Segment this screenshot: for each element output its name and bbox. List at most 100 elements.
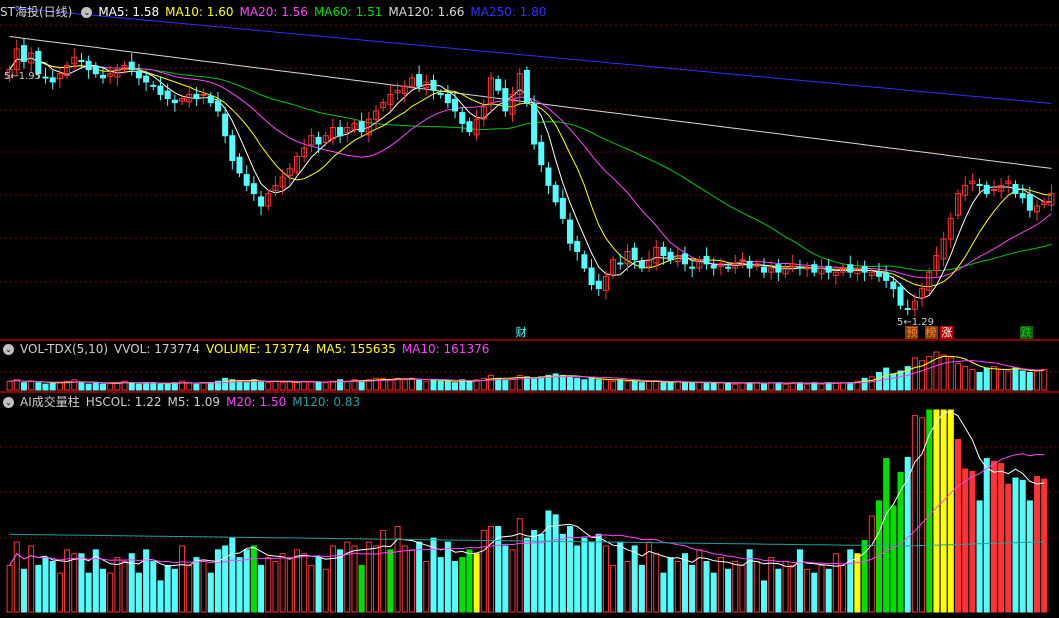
- volume-bar: [804, 383, 811, 391]
- volume-bar: [272, 380, 279, 391]
- stock-title[interactable]: ST海投(日线): [0, 5, 72, 19]
- volume-bar: [653, 380, 660, 391]
- volume-bar: [56, 382, 63, 391]
- hscol-bar: [301, 553, 308, 613]
- candle-body: [796, 266, 803, 269]
- candle-body: [444, 93, 451, 104]
- volume-bar: [674, 380, 681, 391]
- hscol-bar: [416, 541, 423, 613]
- volume-bar: [193, 383, 200, 391]
- chevron-down-icon[interactable]: ⌄: [3, 344, 14, 355]
- volume-bar: [437, 380, 444, 391]
- m120-label: M120: 0.83: [292, 395, 361, 409]
- volume-bar: [1005, 370, 1012, 391]
- candle-body: [128, 61, 135, 71]
- event-badge-1[interactable]: 预: [905, 326, 919, 339]
- hscol-bar: [969, 470, 976, 613]
- ai-header: ⌄ AI成交量柱 HSCOL: 1.22 M5: 1.09 M20: 1.50 M120:…: [0, 393, 366, 411]
- volume-bar: [308, 380, 315, 391]
- hscol-bar: [753, 561, 760, 613]
- candle-body: [258, 196, 265, 207]
- hscol-bar: [308, 564, 315, 613]
- hscol-bar: [164, 564, 171, 613]
- volume-bar: [466, 380, 473, 391]
- volume-bar: [258, 380, 265, 391]
- volume-bar: [128, 382, 135, 391]
- hscol-bar: [1019, 479, 1026, 613]
- hscol-bar: [293, 549, 301, 613]
- candle-body: [143, 75, 150, 83]
- candle-body: [545, 167, 552, 186]
- hscol-bar: [710, 572, 717, 613]
- candle-body: [430, 79, 437, 91]
- candle-body: [20, 45, 27, 62]
- hscol-bar: [717, 557, 724, 613]
- candle-body: [990, 188, 997, 191]
- volume-bar: [962, 366, 969, 391]
- hscol-bar: [1041, 478, 1048, 613]
- chevron-down-icon[interactable]: ⌄: [81, 7, 93, 18]
- hscol-bar: [588, 541, 595, 613]
- volume-bar: [538, 376, 545, 391]
- event-badge-0[interactable]: 财: [514, 326, 528, 339]
- volume-bar: [689, 382, 696, 391]
- volume-bar: [416, 379, 423, 391]
- volume-bar: [646, 380, 653, 391]
- volume-bar: [28, 380, 35, 391]
- hscol-bar: [983, 458, 990, 613]
- volume-bar: [35, 382, 42, 391]
- hscol-bar: [552, 514, 559, 613]
- volume-bar: [401, 379, 408, 391]
- candle-body: [689, 266, 696, 269]
- volume-bar: [617, 379, 624, 391]
- candle-body: [495, 79, 502, 91]
- volume-bar: [969, 369, 976, 391]
- chevron-down-icon[interactable]: ⌄: [3, 397, 14, 408]
- candle-body: [99, 74, 107, 79]
- hscol-bar: [258, 564, 265, 613]
- candle-body: [92, 65, 99, 75]
- candle-body: [207, 95, 214, 104]
- volume-bar: [1019, 370, 1026, 391]
- volume-bar: [143, 382, 150, 391]
- volume-bar: [279, 382, 286, 391]
- candle-body: [416, 74, 423, 87]
- ai-indicator-name[interactable]: AI成交量柱: [20, 395, 80, 409]
- hscol-bar: [480, 529, 487, 613]
- hscol-bar: [229, 537, 236, 613]
- candle-body: [85, 60, 92, 71]
- volume-bar: [150, 382, 157, 391]
- hscol-bar: [272, 561, 279, 613]
- hscol-bar: [365, 541, 372, 613]
- volume-bar: [610, 380, 617, 391]
- hscol-bar: [818, 564, 825, 613]
- candle-body: [229, 135, 236, 162]
- hscol-bar: [940, 409, 947, 613]
- volume-bar: [20, 382, 27, 391]
- volume-bar: [164, 383, 171, 391]
- hscol-bar: [911, 414, 918, 613]
- event-badge-4[interactable]: 跌: [1019, 326, 1033, 339]
- ma120-label: MA120: 1.66: [388, 5, 465, 19]
- volume-bar: [502, 379, 509, 391]
- hscol-bar: [825, 568, 832, 613]
- candle-body: [552, 184, 559, 203]
- volume-bar: [746, 382, 753, 391]
- hscol-bar: [574, 545, 581, 613]
- volume-bar: [818, 383, 825, 391]
- volume-bar: [42, 383, 49, 391]
- hscol-bar: [207, 572, 214, 613]
- hscol-bar: [739, 564, 746, 613]
- candle-body: [739, 259, 746, 262]
- event-badge-2[interactable]: 榜: [924, 326, 938, 339]
- candle-body: [1026, 193, 1033, 211]
- hscol-bar: [380, 529, 387, 613]
- hscol-bar: [423, 561, 430, 613]
- candle-body: [904, 308, 911, 311]
- hscol-bar: [796, 549, 803, 613]
- hscol-bar: [538, 533, 545, 613]
- hscol-bar: [883, 458, 890, 613]
- event-badge-3[interactable]: 涨: [940, 326, 954, 339]
- volume-bar: [49, 382, 56, 391]
- vol-indicator-name[interactable]: VOL-TDX(5,10): [20, 342, 108, 356]
